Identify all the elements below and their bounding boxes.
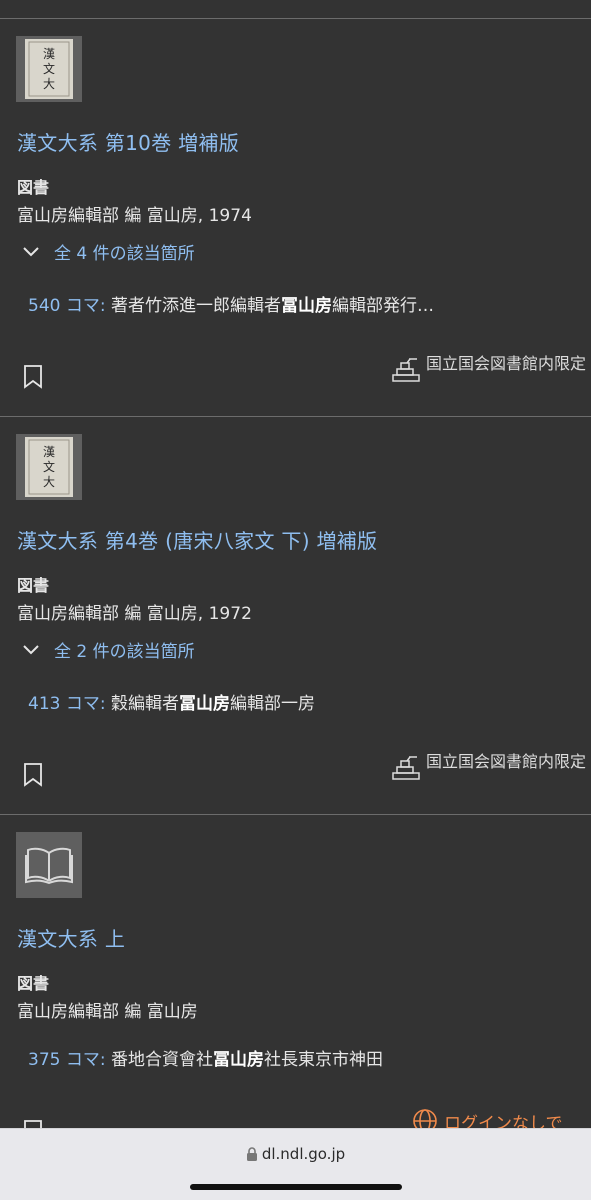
url-text: dl.ndl.go.jp <box>261 1145 346 1163</box>
library-building-icon <box>392 358 420 382</box>
material-type: 図書 <box>17 576 50 595</box>
address-bar[interactable]: dl.ndl.go.jp <box>0 1145 591 1163</box>
snippet-text-pre: 著者竹添進一郎編輯者 <box>105 296 281 316</box>
access-label: 国立国会図書館内限定 <box>426 752 587 771</box>
bookmark-button[interactable] <box>22 763 44 787</box>
home-indicator[interactable] <box>190 1184 402 1190</box>
book-thumbnail[interactable]: 漢 文 大 <box>16 434 82 500</box>
result-card: 漢文大系 上 図書 富山房編輯部 編 富山房 375 コマ: 番地合資會社冨山房… <box>0 815 591 1144</box>
result-title-link[interactable]: 漢文大系 第10巻 増補版 <box>17 127 239 156</box>
bookmark-icon <box>24 763 42 787</box>
svg-text:大: 大 <box>43 475 55 489</box>
snippet-row[interactable]: 540 コマ: 著者竹添進一郎編輯者冨山房編輯部発行… <box>28 291 434 316</box>
snippet-text-post: 社長東京市神田 <box>264 1050 383 1070</box>
chevron-down-icon <box>23 246 39 256</box>
result-card: 漢 文 大 漢文大系 第4巻 (唐宋八家文 下) 増補版 図書 富山房編輯部 編… <box>0 417 591 815</box>
result-title-link[interactable]: 漢文大系 上 <box>17 923 125 952</box>
publisher-info: 富山房編輯部 編 富山房, 1972 <box>17 604 252 624</box>
frame-link[interactable]: 540 コマ: <box>28 296 106 316</box>
snippet-text-post: 編輯部発行… <box>332 296 434 316</box>
publisher-info: 富山房編輯部 編 富山房, 1974 <box>17 206 252 226</box>
svg-text:漢: 漢 <box>43 47 55 61</box>
library-building-icon <box>392 756 420 780</box>
book-cover-image: 漢 文 大 <box>25 437 73 497</box>
chevron-down-icon <box>23 644 39 654</box>
snippet-highlight: 冨山房 <box>281 296 332 316</box>
svg-text:文: 文 <box>43 459 55 474</box>
snippet-text-pre: 番地合資會社 <box>105 1050 213 1070</box>
book-cover-image: 漢 文 大 <box>25 39 73 99</box>
book-thumbnail[interactable]: 漢 文 大 <box>16 36 82 102</box>
access-restriction: 国立国会図書館内限定 <box>390 749 586 783</box>
result-title-link[interactable]: 漢文大系 第4巻 (唐宋八家文 下) 増補版 <box>17 525 377 554</box>
bookmark-icon <box>24 365 42 389</box>
hits-expand-toggle[interactable]: 全 2 件の該当箇所 <box>22 637 195 662</box>
material-type: 図書 <box>17 178 50 197</box>
hits-label: 全 4 件の該当箇所 <box>54 244 195 264</box>
snippet-highlight: 冨山房 <box>213 1050 264 1070</box>
svg-text:大: 大 <box>43 77 55 91</box>
access-label: 国立国会図書館内限定 <box>426 354 587 373</box>
snippet-text-pre: 穀編輯者 <box>105 694 179 714</box>
svg-text:漢: 漢 <box>43 445 55 459</box>
snippet-row[interactable]: 375 コマ: 番地合資會社冨山房社長東京市神田 <box>28 1045 383 1070</box>
access-restriction: 国立国会図書館内限定 <box>390 351 586 385</box>
snippet-text-post: 編輯部一房 <box>230 694 315 714</box>
material-type: 図書 <box>17 974 50 993</box>
hits-label: 全 2 件の該当箇所 <box>54 642 195 662</box>
snippet-highlight: 冨山房 <box>179 694 230 714</box>
book-thumbnail[interactable] <box>16 832 82 898</box>
frame-link[interactable]: 375 コマ: <box>28 1050 106 1070</box>
bookmark-button[interactable] <box>22 365 44 389</box>
hits-expand-toggle[interactable]: 全 4 件の該当箇所 <box>22 239 195 264</box>
lock-icon <box>246 1147 257 1161</box>
snippet-row[interactable]: 413 コマ: 穀編輯者冨山房編輯部一房 <box>28 689 315 714</box>
svg-text:文: 文 <box>43 61 55 76</box>
open-book-icon <box>25 847 73 885</box>
browser-bottom-bar: dl.ndl.go.jp <box>0 1128 591 1200</box>
frame-link[interactable]: 413 コマ: <box>28 694 106 714</box>
publisher-info: 富山房編輯部 編 富山房 <box>17 1002 198 1022</box>
result-card: 漢 文 大 漢文大系 第10巻 増補版 図書 富山房編輯部 編 富山房, 197… <box>0 19 591 417</box>
